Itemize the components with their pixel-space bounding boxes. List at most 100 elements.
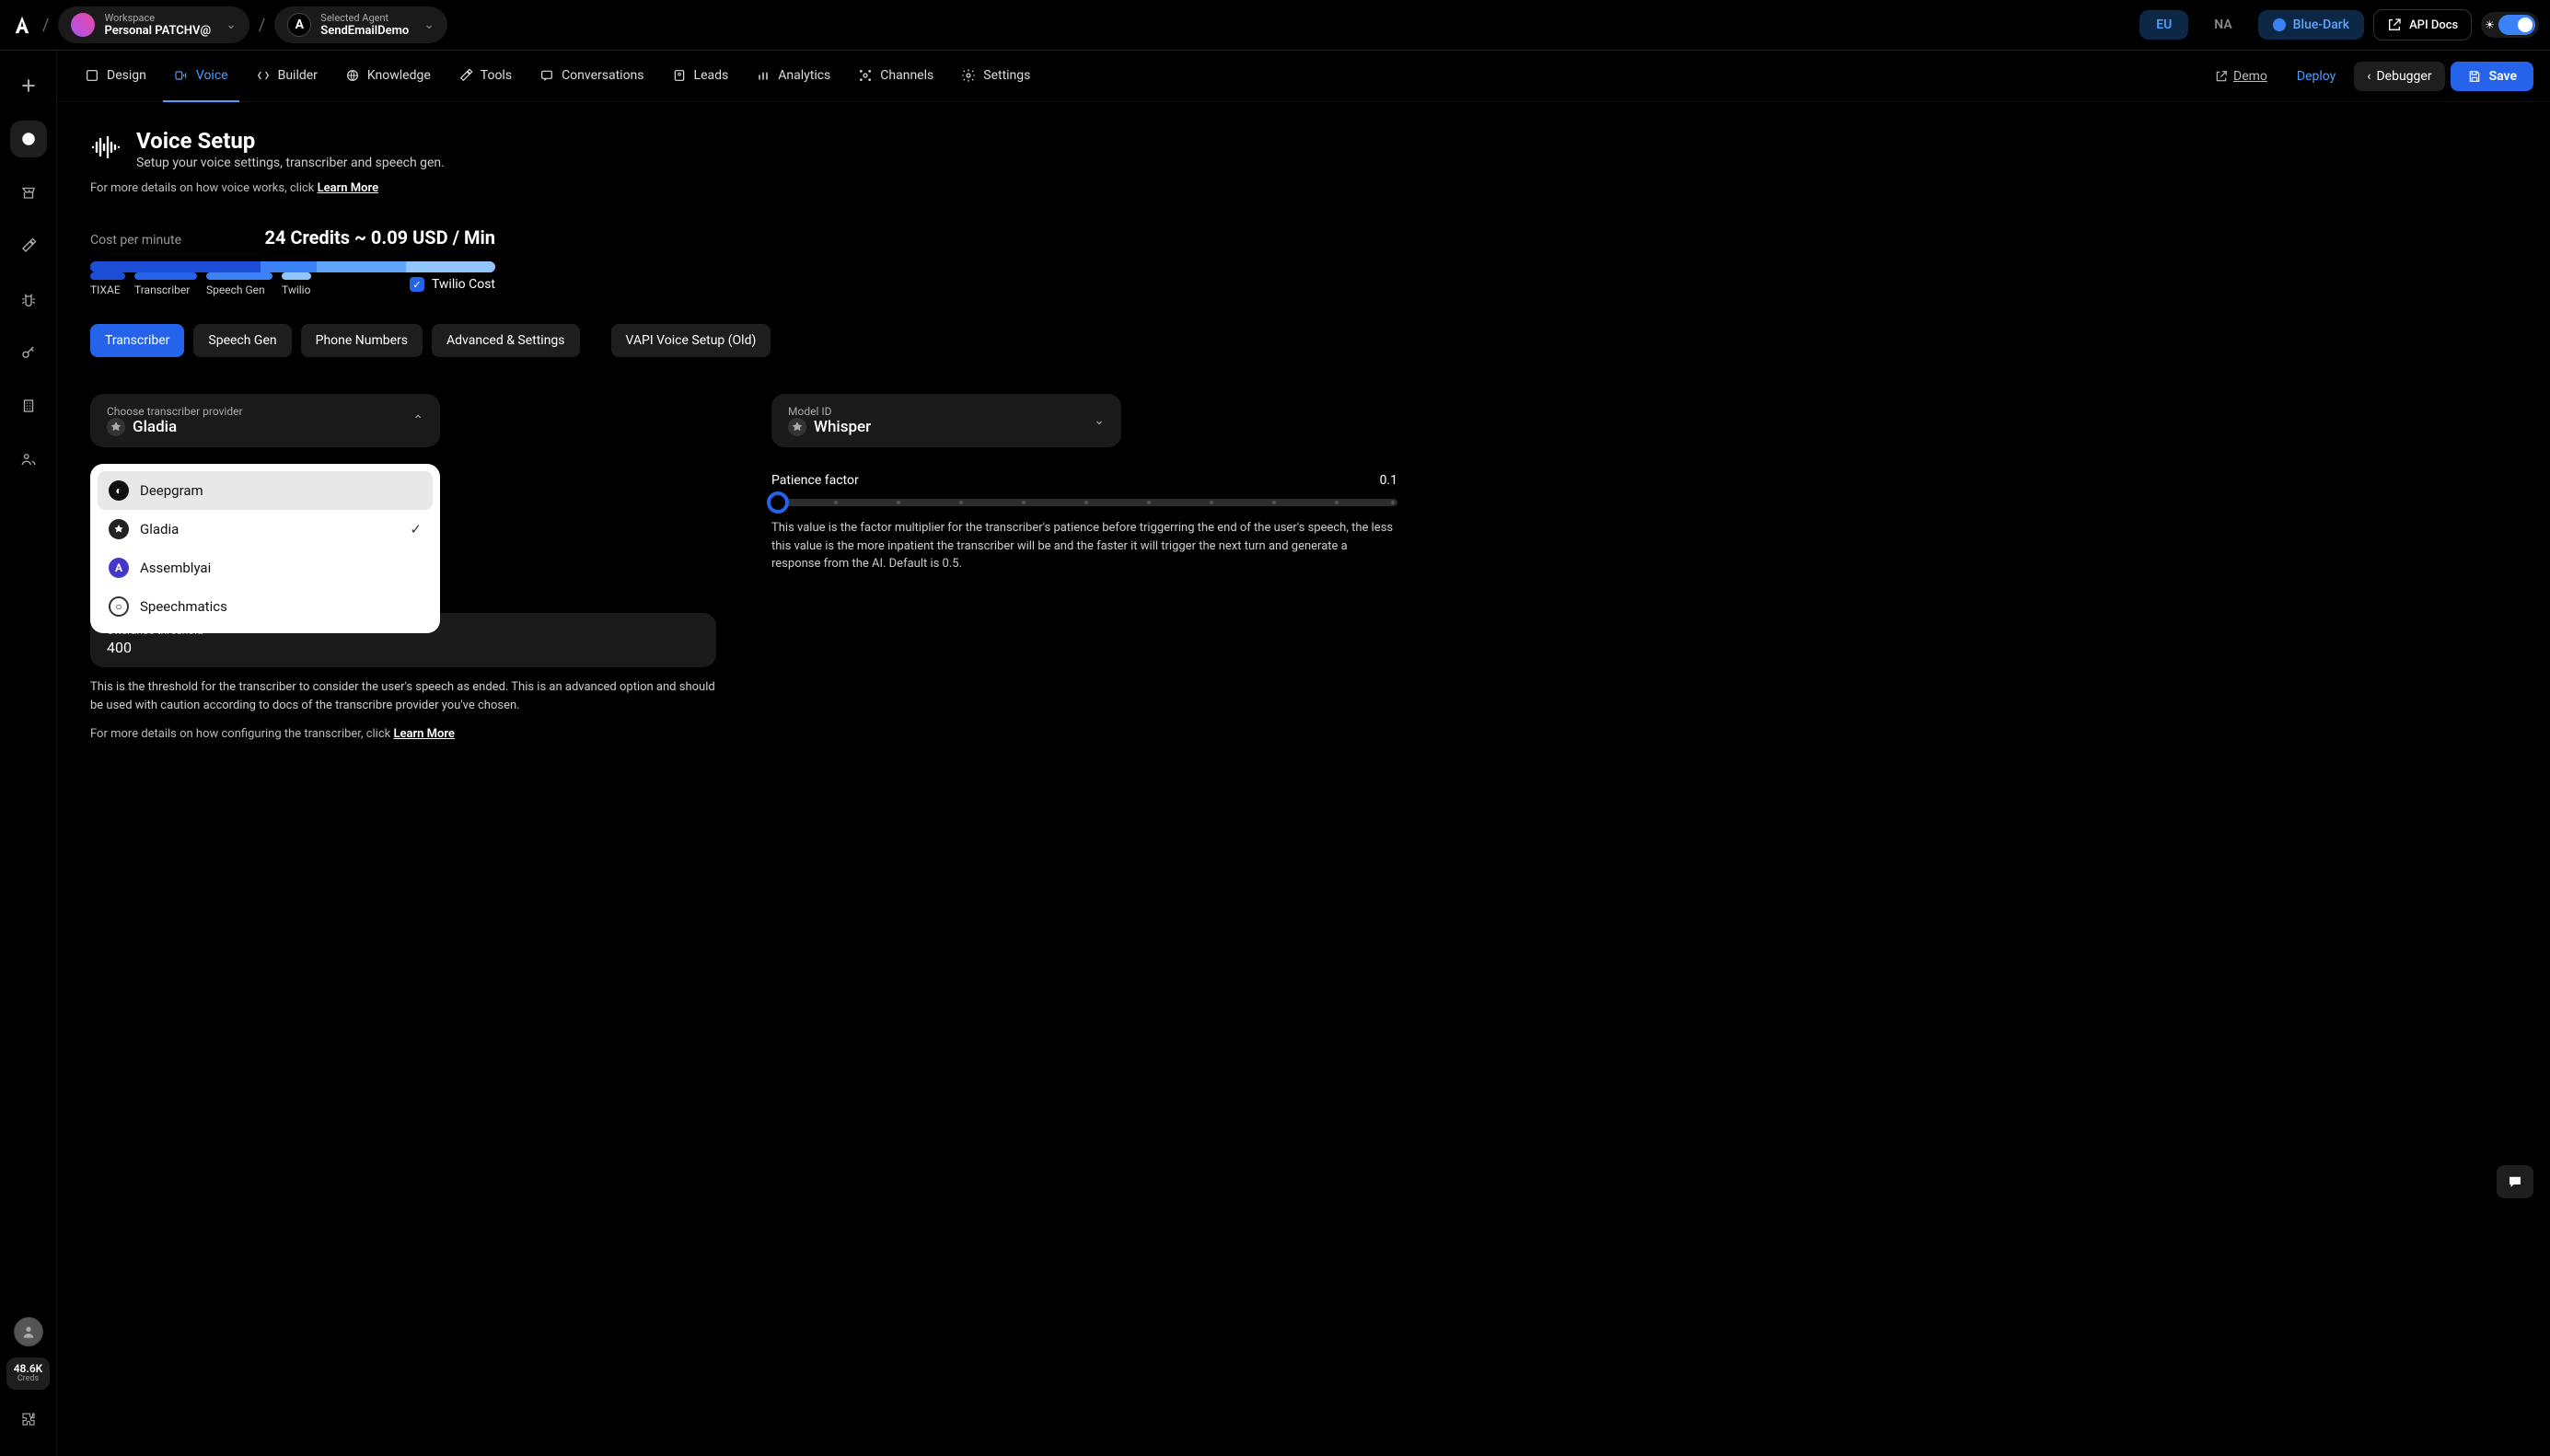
tab-channels[interactable]: Channels (847, 51, 945, 102)
waveform-icon (90, 133, 122, 161)
save-button[interactable]: Save (2451, 62, 2533, 91)
check-icon: ✓ (410, 521, 422, 537)
page-title: Voice Setup (136, 128, 445, 154)
chat-bubble-icon (2506, 1173, 2524, 1190)
tab-tools[interactable]: Tools (447, 51, 523, 102)
design-icon (85, 68, 99, 83)
agent-value: SendEmailDemo (320, 24, 409, 39)
patience-slider[interactable] (771, 499, 1397, 506)
option-assemblyai[interactable]: AAssemblyai (98, 549, 433, 587)
legend-speech: Speech Gen (206, 283, 265, 296)
whisper-icon (788, 418, 806, 436)
tab-voice[interactable]: Voice (163, 51, 239, 102)
subtab-vapi[interactable]: VAPI Voice Setup (Old) (611, 324, 771, 357)
puzzle-icon[interactable] (10, 1401, 47, 1438)
store-icon[interactable] (10, 174, 47, 211)
chevron-down-icon: ⌄ (1094, 413, 1105, 428)
twilio-cost-checkbox[interactable]: ✓ (410, 277, 424, 292)
subtab-transcriber[interactable]: Transcriber (90, 324, 184, 357)
region-na-button[interactable]: NA (2197, 10, 2248, 40)
workspace-value: Personal PATCHV@ (104, 24, 211, 39)
credits-badge[interactable]: 48.6K Creds (6, 1358, 51, 1390)
bug-icon[interactable] (10, 281, 47, 318)
agent-avatar: A (287, 13, 311, 37)
model-select[interactable]: Model ID Whisper ⌄ (771, 394, 1121, 447)
tab-row: Design Voice Builder Knowledge Tools Con… (57, 51, 2550, 102)
cost-bar (90, 261, 495, 272)
builder-icon (256, 68, 271, 83)
workspace-avatar (71, 13, 95, 37)
credits-label: Creds (14, 1375, 43, 1384)
top-bar: / Workspace Personal PATCHV@ ⌄ / A Selec… (0, 0, 2550, 51)
demo-link[interactable]: Demo (2204, 69, 2278, 84)
theme-label: Blue-Dark (2293, 17, 2349, 32)
gear-icon (961, 68, 976, 83)
theme-selector[interactable]: Blue-Dark (2258, 10, 2364, 40)
feedback-button[interactable] (2497, 1165, 2533, 1198)
chevron-down-icon: ⌄ (423, 17, 435, 32)
workspace-label: Workspace (104, 12, 211, 24)
deploy-link[interactable]: Deploy (2284, 69, 2348, 84)
dark-mode-toggle[interactable] (2498, 15, 2535, 35)
agent-selector[interactable]: A Selected Agent SendEmailDemo ⌄ (274, 6, 447, 44)
region-eu-button[interactable]: EU (2139, 10, 2188, 40)
slider-thumb[interactable] (767, 491, 789, 514)
cost-value: 24 Credits ~ 0.09 USD / Min (264, 226, 495, 248)
circle-icon[interactable] (10, 121, 47, 157)
page-subtitle: Setup your voice settings, transcriber a… (136, 156, 445, 170)
debugger-button[interactable]: ‹Debugger (2354, 62, 2444, 91)
agent-label: Selected Agent (320, 12, 409, 24)
tab-builder[interactable]: Builder (245, 51, 329, 102)
provider-select[interactable]: Choose transcriber provider Gladia ⌃ (90, 394, 440, 447)
tab-settings[interactable]: Settings (950, 51, 1041, 102)
key-icon[interactable] (10, 334, 47, 371)
users-icon[interactable] (10, 441, 47, 478)
left-rail: 48.6K Creds (0, 51, 57, 1456)
workspace-selector[interactable]: Workspace Personal PATCHV@ ⌄ (58, 6, 249, 44)
model-value: Whisper (814, 418, 871, 436)
patience-value: 0.1 (1380, 473, 1397, 488)
api-docs-label: API Docs (2409, 18, 2458, 32)
model-label: Model ID (788, 405, 1083, 418)
option-gladia[interactable]: Gladia✓ (98, 510, 433, 549)
legend-twilio: Twilio (282, 283, 310, 296)
subtab-phone-numbers[interactable]: Phone Numbers (301, 324, 423, 357)
breadcrumb-slash-2: / (259, 16, 265, 35)
utterance-value: 400 (107, 639, 700, 656)
tab-conversations[interactable]: Conversations (528, 51, 655, 102)
learn-more-link-2[interactable]: Learn More (393, 727, 454, 741)
analytics-icon (756, 68, 771, 83)
provider-label: Choose transcriber provider (107, 405, 401, 418)
voice-icon (174, 68, 189, 83)
knowledge-icon (345, 68, 360, 83)
channels-icon (858, 68, 873, 83)
tab-analytics[interactable]: Analytics (745, 51, 841, 102)
patience-desc: This value is the factor multiplier for … (771, 519, 1397, 573)
chat-icon (539, 68, 554, 83)
api-docs-button[interactable]: API Docs (2373, 9, 2472, 40)
share-icon (2387, 17, 2402, 32)
user-avatar[interactable] (14, 1317, 43, 1346)
sun-icon: ☀ (2485, 18, 2495, 31)
app-logo[interactable] (11, 14, 33, 36)
tab-knowledge[interactable]: Knowledge (334, 51, 442, 102)
learn-more-link[interactable]: Learn More (318, 181, 378, 195)
option-deepgram[interactable]: ◐Deepgram (98, 471, 433, 510)
tools-icon[interactable] (10, 227, 47, 264)
utterance-desc: This is the threshold for the transcribe… (90, 678, 716, 714)
option-speechmatics[interactable]: ○Speechmatics (98, 587, 433, 626)
subtab-speech-gen[interactable]: Speech Gen (193, 324, 291, 357)
add-button[interactable] (10, 67, 47, 104)
external-icon (2215, 70, 2228, 83)
gladia-icon (107, 418, 125, 436)
subtab-advanced[interactable]: Advanced & Settings (432, 324, 579, 357)
tab-leads[interactable]: Leads (661, 51, 740, 102)
legend-tixae: TIXAE (90, 283, 121, 296)
save-icon (2467, 69, 2482, 84)
tab-design[interactable]: Design (74, 51, 157, 102)
building-icon[interactable] (10, 387, 47, 424)
chevron-left-icon: ‹ (2367, 69, 2370, 84)
leads-icon (672, 68, 687, 83)
chevron-down-icon: ⌄ (226, 17, 237, 32)
provider-dropdown: ◐Deepgram Gladia✓ AAssemblyai ○Speechmat… (90, 464, 440, 633)
